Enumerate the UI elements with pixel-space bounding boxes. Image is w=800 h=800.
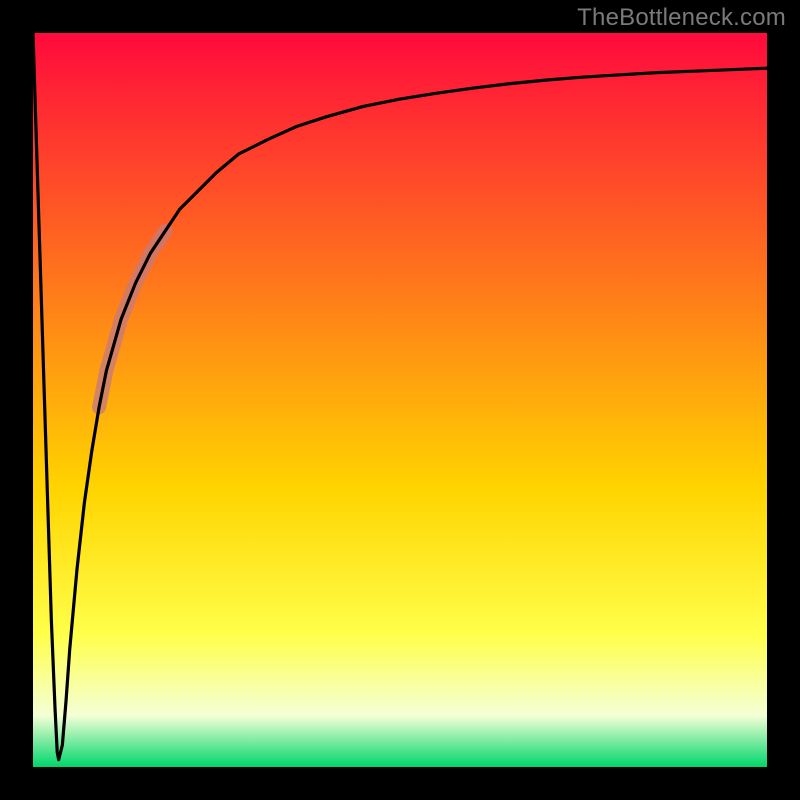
- watermark-text: TheBottleneck.com: [577, 4, 786, 32]
- frame-bottom: [0, 767, 800, 800]
- plot-background: [33, 33, 767, 767]
- chart-svg: [0, 0, 800, 800]
- frame-right: [767, 0, 800, 800]
- chart-container: [0, 0, 800, 800]
- frame-left: [0, 0, 33, 800]
